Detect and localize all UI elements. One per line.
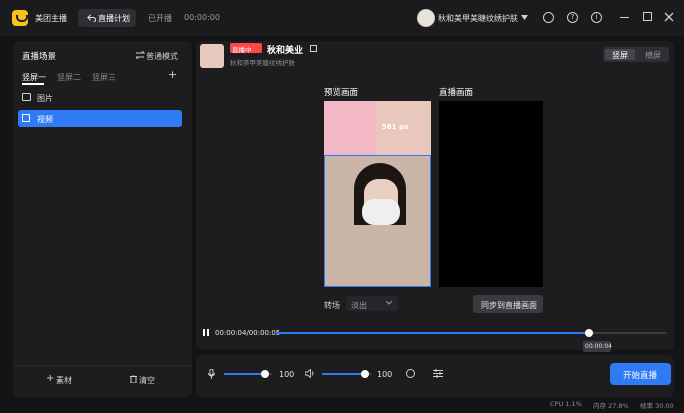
speaker-volume-fill <box>322 373 365 375</box>
add-material-button[interactable]: 素材 <box>56 375 72 386</box>
active-tab-indicator <box>22 83 44 85</box>
preview-title: 预览画面 <box>324 88 359 98</box>
divider <box>13 365 192 366</box>
overlay-text: 561 px <box>382 123 409 131</box>
transition-value: 淡出 <box>351 301 367 310</box>
start-live-label: 开始直播 <box>623 371 658 381</box>
qr-code-icon[interactable] <box>310 45 317 52</box>
help-icon[interactable]: ? <box>567 12 578 23</box>
transition-label: 转场 <box>324 301 340 310</box>
chevron-down-icon <box>386 301 392 305</box>
live-badge-label: 直播中 <box>232 46 252 54</box>
preview-screen[interactable]: 561 px <box>324 101 431 287</box>
tab-live-plan-label: 直播计划 <box>98 14 130 23</box>
live-screen <box>439 101 543 287</box>
store-avatar <box>200 44 224 68</box>
speaker-icon <box>305 369 314 378</box>
speaker-volume-knob[interactable] <box>360 370 369 378</box>
playback-progress <box>276 332 589 334</box>
scene-item-video-label: 视频 <box>37 115 53 124</box>
orientation-portrait-label: 竖屏 <box>612 51 628 60</box>
live-screen-title: 直播画面 <box>439 88 474 98</box>
app-logo-icon <box>12 10 28 26</box>
tab-started[interactable]: 已开播 <box>148 13 172 24</box>
pause-icon[interactable] <box>203 329 205 336</box>
playback-tooltip-text: 00:00:04 <box>585 343 612 350</box>
sync-button-label: 同步到直播画面 <box>481 301 537 310</box>
mic-volume-knob[interactable] <box>260 370 269 378</box>
video-icon <box>22 114 30 122</box>
adjust-sliders-icon[interactable] <box>433 369 443 378</box>
playback-knob[interactable] <box>584 329 593 337</box>
mode-toggle[interactable]: 普通模式 <box>146 51 178 62</box>
memory-status: 内存 27.8% <box>593 402 629 410</box>
camera-settings-icon[interactable] <box>406 369 415 378</box>
live-timer: 00:00:00 <box>184 13 220 22</box>
add-scene-button[interactable]: + <box>168 68 177 81</box>
live-panel <box>196 41 674 350</box>
video-mask <box>362 199 400 225</box>
info-icon[interactable]: i <box>591 12 602 23</box>
clear-button[interactable]: 清空 <box>139 375 155 386</box>
speaker-volume-value: 100 <box>377 370 393 379</box>
scene-item-image[interactable]: 图片 <box>37 93 53 104</box>
playback-time: 00:00:04/00:00:05 <box>215 329 281 337</box>
fps-status: 帧率 30.00 <box>640 402 674 410</box>
plus-icon: + <box>46 373 55 384</box>
back-arrow-icon <box>87 14 96 22</box>
overlay-image-1 <box>324 101 376 155</box>
orientation-landscape[interactable]: 横屏 <box>645 50 661 61</box>
maximize-icon[interactable] <box>643 12 652 21</box>
microphone-icon <box>208 369 215 379</box>
chevron-down-icon[interactable] <box>521 15 528 20</box>
trash-icon <box>130 375 137 383</box>
cpu-status: CPU 1.1% <box>550 400 582 408</box>
minimize-icon[interactable] <box>620 17 629 19</box>
swap-icon <box>136 51 145 59</box>
account-name[interactable]: 秋和美甲美睫纹绣护肤 <box>438 13 518 24</box>
store-subtitle: 秋和美甲美睫纹绣护肤 <box>230 59 295 67</box>
tab-scene-1[interactable]: 竖屏一 <box>22 72 46 83</box>
close-icon[interactable] <box>664 12 674 22</box>
account-avatar[interactable] <box>417 9 435 27</box>
store-name: 秋和美业 <box>267 46 304 56</box>
mic-volume-value: 100 <box>279 370 295 379</box>
image-icon <box>22 93 31 101</box>
scene-panel-title: 直播场景 <box>22 52 57 62</box>
tab-scene-2[interactable]: 竖屏二 <box>57 72 81 83</box>
tab-scene-3[interactable]: 竖屏三 <box>92 72 116 83</box>
mic-volume-fill <box>224 373 265 375</box>
app-name: 美团主播 <box>35 14 67 23</box>
broadcast-icon[interactable] <box>543 12 554 23</box>
pause-icon-bar <box>207 329 209 336</box>
